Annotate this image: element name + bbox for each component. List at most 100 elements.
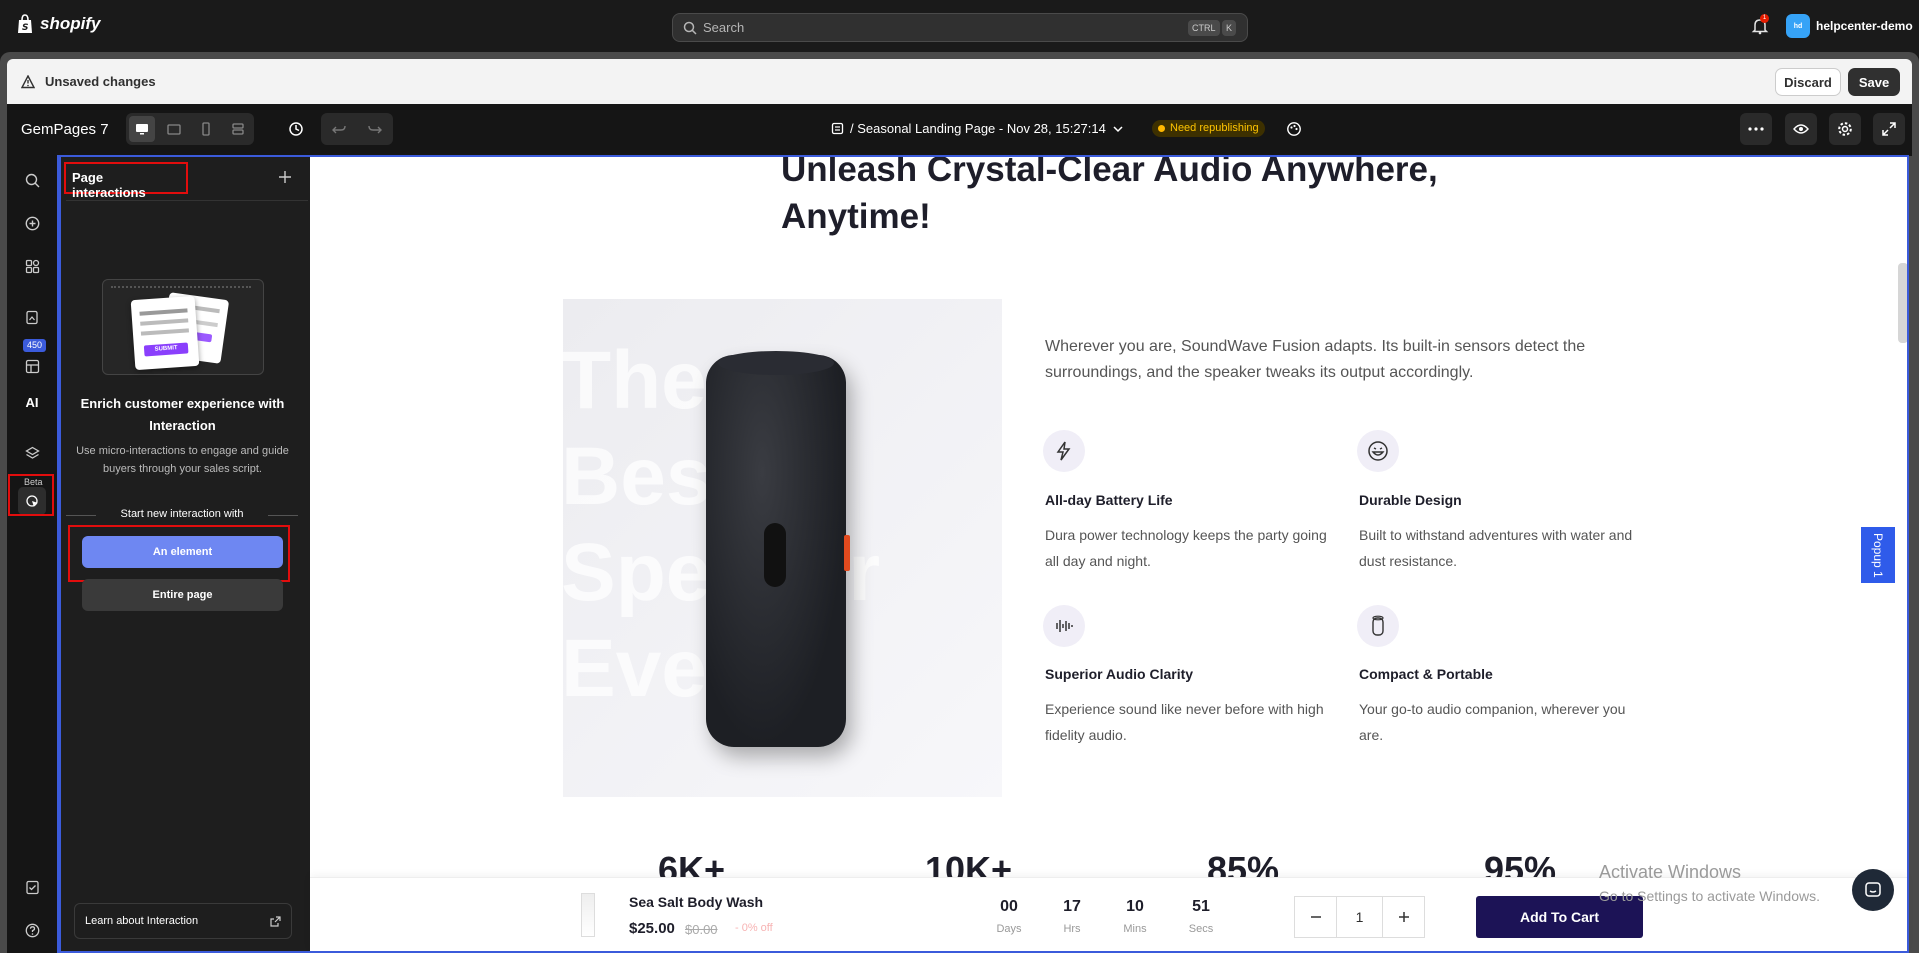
external-link-icon [270, 915, 281, 927]
canvas-scrollbar[interactable] [1898, 263, 1908, 343]
palette-icon [1287, 122, 1301, 136]
sticky-product-name: Sea Salt Body Wash [629, 894, 764, 910]
chat-button[interactable] [1852, 869, 1894, 911]
undo-button[interactable] [321, 113, 357, 145]
quantity-input[interactable]: 1 [1336, 897, 1383, 937]
countdown-label: Secs [1188, 923, 1214, 935]
mobile-view-button[interactable] [190, 113, 222, 145]
rail-templates-button[interactable] [18, 352, 46, 380]
speaker-photo [706, 351, 850, 747]
notification-badge: 1 [1760, 14, 1769, 23]
unsaved-changes-bar: Unsaved changes [7, 59, 1912, 104]
store-avatar: hd [1786, 14, 1810, 38]
gempages-logo[interactable]: GemPages 7 [21, 121, 109, 138]
interaction-illustration: SUBMIT [102, 279, 264, 375]
mobile-icon [202, 122, 210, 136]
search-placeholder: Search [703, 20, 745, 35]
shopify-logo-text: shopify [40, 14, 101, 33]
learn-interaction-link[interactable]: Learn about Interaction [74, 903, 292, 939]
feature-desc: Your go-to audio companion, wherever you… [1359, 701, 1626, 743]
popup-tab[interactable]: Popup 1 [1861, 527, 1895, 583]
settings-button[interactable] [1829, 113, 1861, 145]
shortcut-k: K [1222, 20, 1237, 36]
fullscreen-button[interactable] [1873, 113, 1905, 145]
layers-icon [24, 446, 40, 459]
shortcut-ctrl: CTRL [1188, 20, 1220, 36]
rail-pages-button[interactable] [18, 303, 46, 331]
feature-title: Durable Design [1359, 492, 1462, 508]
quantity-increase-button[interactable] [1383, 897, 1424, 937]
search-input[interactable]: Search CTRL K [672, 13, 1248, 42]
quantity-decrease-button[interactable] [1295, 897, 1336, 937]
interactions-highlight [8, 474, 54, 516]
rail-search-button[interactable] [18, 166, 46, 194]
search-icon [25, 173, 39, 187]
store-menu[interactable]: hd helpcenter-demo [1786, 14, 1913, 38]
panel-divider [66, 200, 308, 201]
save-button[interactable]: Save [1848, 68, 1900, 96]
intro-paragraph[interactable]: Wherever you are, SoundWave Fusion adapt… [1045, 334, 1615, 386]
svg-text:S: S [22, 23, 28, 33]
apps-icon [25, 259, 39, 273]
entire-page-button[interactable]: Entire page [82, 579, 283, 611]
tablet-icon [167, 124, 181, 135]
activate-windows-title: Activate Windows [1599, 862, 1742, 882]
desktop-view-button[interactable] [126, 113, 158, 145]
product-image[interactable]: The Best Speaker Ever [563, 299, 1002, 797]
page-icon [831, 122, 844, 135]
countdown-label: Mins [1123, 923, 1147, 935]
device-switcher [126, 113, 254, 145]
shopify-bag-icon: S [18, 14, 32, 33]
undo-redo-group [321, 113, 393, 145]
history-button[interactable] [280, 113, 312, 145]
redo-button[interactable] [357, 113, 393, 145]
page-name: / Seasonal Landing Page - Nov 28, 15:27:… [850, 121, 1106, 136]
rail-add-element-button[interactable] [18, 209, 46, 237]
lightning-icon [1043, 430, 1085, 472]
expand-icon [1882, 122, 1896, 136]
feature-desc: Experience sound like never before with … [1045, 701, 1324, 743]
sticky-price: $25.00 [629, 920, 675, 937]
rail-ai-button[interactable]: AI [18, 388, 46, 416]
hero-heading[interactable]: Unleash Crystal-Clear Audio Anywhere, An… [781, 146, 1481, 240]
templates-count-badge: 450 [23, 339, 47, 352]
chat-icon [1865, 882, 1881, 897]
add-interaction-button[interactable] [278, 167, 292, 190]
responsive-view-button[interactable] [222, 113, 254, 145]
illustration-submit: SUBMIT [143, 342, 189, 357]
feature-title: All-day Battery Life [1045, 492, 1173, 508]
speaker-icon [1357, 605, 1399, 647]
discard-button[interactable]: Discard [1775, 68, 1841, 96]
preview-button[interactable] [1785, 113, 1817, 145]
bg-word: The [563, 335, 707, 426]
sticky-compare-price: $0.00 [685, 922, 718, 937]
more-options-button[interactable] [1740, 113, 1772, 145]
panel-description: Use micro-interactions to engage and gui… [76, 445, 289, 475]
help-icon [25, 923, 39, 937]
rail-help-button[interactable] [18, 916, 46, 944]
page-selector[interactable]: / Seasonal Landing Page - Nov 28, 15:27:… [831, 121, 1124, 136]
clock-icon [289, 122, 303, 136]
an-element-button[interactable]: An element [82, 536, 283, 568]
countdown-minutes: 10 [1126, 898, 1144, 915]
rail-apps-button[interactable] [18, 252, 46, 280]
countdown-label: Days [996, 923, 1022, 935]
soundwave-icon [1043, 605, 1085, 647]
feature-desc: Dura power technology keeps the party go… [1045, 527, 1327, 569]
countdown-hours: 17 [1063, 898, 1081, 915]
search-icon [683, 21, 697, 35]
rail-checklist-button[interactable] [18, 873, 46, 901]
global-style-button[interactable] [1278, 113, 1310, 145]
rail-layers-button[interactable] [18, 439, 46, 467]
layout-icon [232, 123, 244, 135]
tablet-view-button[interactable] [158, 113, 190, 145]
activate-windows-subtitle: Go to Settings to activate Windows. [1599, 888, 1820, 904]
product-thumbnail [581, 893, 595, 937]
chevron-down-icon [1113, 125, 1123, 132]
smile-icon [1357, 430, 1399, 472]
feature-desc: Built to withstand adventures with water… [1359, 527, 1633, 569]
sticky-discount: - 0% off [735, 922, 773, 934]
plus-icon [1398, 912, 1409, 922]
shopify-logo[interactable]: S shopify [16, 14, 100, 34]
panel-heading: Enrich customer experience with Interact… [80, 396, 285, 433]
